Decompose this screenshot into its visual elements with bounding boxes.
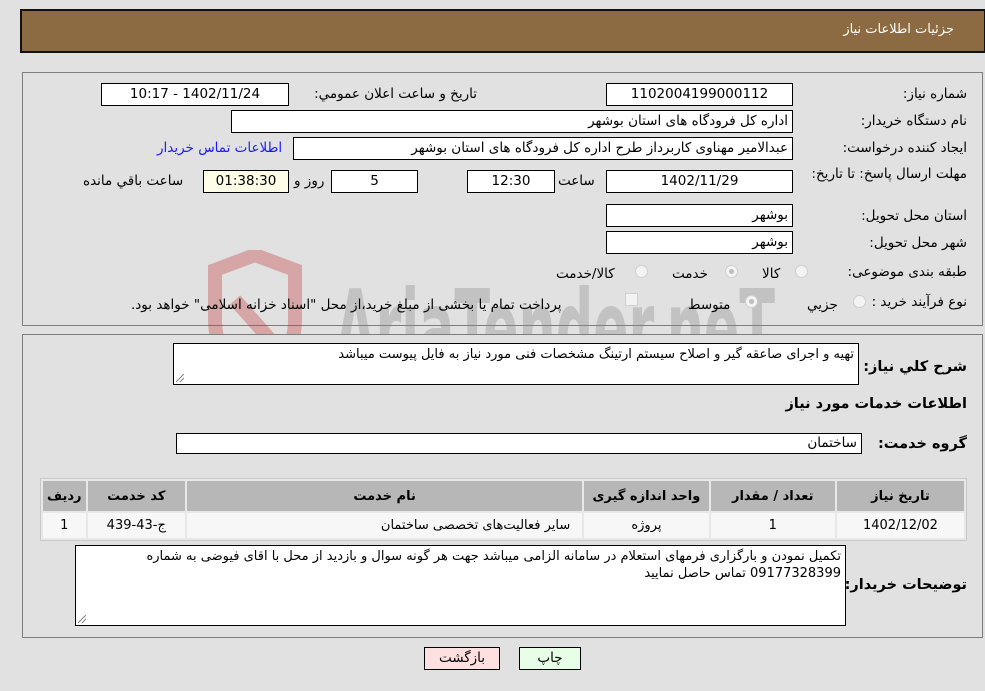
buyer-org-field: اداره کل فرودگاه های استان بوشهر bbox=[231, 110, 793, 133]
buyer-notes-textarea[interactable]: تکميل نمودن و بارگزاری فرمهای استعلام در… bbox=[75, 545, 846, 626]
print-button[interactable]: چاپ bbox=[519, 647, 581, 670]
cell-quantity: 1 bbox=[710, 513, 835, 538]
buyer-notes-label: توضيحات خريدار: bbox=[844, 577, 967, 593]
cell-need-date: 1402/12/02 bbox=[836, 513, 964, 538]
back-button[interactable]: بازگشت bbox=[424, 647, 500, 670]
deadline-label: مهلت ارسال پاسخ: تا تاريخ: bbox=[811, 166, 967, 182]
delivery-city-field: بوشهر bbox=[606, 231, 793, 254]
table-header-row: تاريخ نياز تعداد / مقدار واحد اندازه گير… bbox=[43, 481, 964, 511]
time-remaining-label: ساعت باقي مانده bbox=[83, 173, 184, 189]
announce-datetime-label: تاريخ و ساعت اعلان عمومي: bbox=[314, 86, 477, 102]
col-quantity: تعداد / مقدار bbox=[710, 481, 835, 511]
purchase-option-medium: متوسط bbox=[688, 297, 731, 313]
category-radio-service[interactable] bbox=[725, 265, 738, 278]
category-label: طبقه بندی موضوعی: bbox=[847, 264, 967, 280]
purchase-type-label: نوع فرآيند خريد : bbox=[871, 294, 967, 310]
category-option-goods: کالا bbox=[762, 266, 781, 282]
days-remaining-field: 5 bbox=[331, 170, 418, 193]
page-header: جزئيات اطلاعات نياز bbox=[20, 9, 985, 53]
delivery-city-label: شهر محل تحويل: bbox=[869, 235, 967, 251]
category-radio-goods-service[interactable] bbox=[635, 265, 648, 278]
treasury-payment-note: پرداخت تمام يا بخشی از مبلغ خريد،از محل … bbox=[131, 297, 562, 313]
category-option-service: خدمت bbox=[672, 266, 708, 282]
cell-unit: پروژه bbox=[584, 513, 709, 538]
delivery-province-field: بوشهر bbox=[606, 204, 793, 227]
col-service-code: کد خدمت bbox=[87, 481, 185, 511]
cell-row-number: 1 bbox=[43, 513, 86, 538]
deadline-time-field: 12:30 bbox=[467, 170, 555, 193]
delivery-province-label: استان محل تحويل: bbox=[861, 208, 967, 224]
col-need-date: تاريخ نياز bbox=[836, 481, 964, 511]
purchase-option-minor: جزيي bbox=[807, 297, 838, 313]
days-label: روز و bbox=[294, 173, 325, 189]
requester-field: عبدالامیر مهناوی کاربرداز طرح اداره کل ف… bbox=[293, 137, 793, 160]
buyer-contact-link[interactable]: اطلاعات تماس خريدار bbox=[157, 140, 282, 156]
purchase-radio-minor[interactable] bbox=[853, 295, 866, 308]
category-option-goods-service: کالا/خدمت bbox=[556, 266, 615, 282]
treasury-checkbox[interactable] bbox=[625, 293, 638, 306]
category-radio-goods[interactable] bbox=[795, 265, 808, 278]
page-title: جزئيات اطلاعات نياز bbox=[843, 22, 954, 37]
services-table: تاريخ نياز تعداد / مقدار واحد اندازه گير… bbox=[40, 478, 967, 541]
service-group-field: ساختمان bbox=[176, 433, 862, 454]
resize-grip-icon[interactable] bbox=[176, 374, 184, 382]
general-desc-text: تهيه و اجرای صاعقه گير و اصلاح سيستم ارت… bbox=[338, 347, 854, 362]
buyer-org-label: نام دستگاه خريدار: bbox=[860, 113, 967, 129]
deadline-date-field: 1402/11/29 bbox=[606, 170, 793, 193]
col-service-name: نام خدمت bbox=[186, 481, 583, 511]
time-remaining-field: 01:38:30 bbox=[203, 170, 289, 193]
col-row-number: رديف bbox=[43, 481, 86, 511]
buyer-notes-text: تکميل نمودن و بارگزاری فرمهای استعلام در… bbox=[146, 549, 841, 581]
col-unit: واحد اندازه گيری bbox=[584, 481, 709, 511]
table-row: 1402/12/02 1 پروژه ساير فعاليت‌های تخصصی… bbox=[43, 513, 964, 538]
cell-service-name: ساير فعاليت‌های تخصصی ساختمان bbox=[186, 513, 583, 538]
services-heading: اطلاعات خدمات مورد نياز bbox=[785, 396, 967, 412]
requester-label: ايجاد کننده درخواست: bbox=[842, 140, 967, 156]
general-desc-textarea[interactable]: تهيه و اجرای صاعقه گير و اصلاح سيستم ارت… bbox=[173, 343, 859, 385]
need-number-label: شماره نياز: bbox=[902, 86, 967, 102]
deadline-time-label: ساعت bbox=[558, 173, 595, 189]
announce-datetime-field: 1402/11/24 - 10:17 bbox=[101, 83, 289, 106]
service-group-label: گروه خدمت: bbox=[877, 436, 967, 452]
need-number-field: 1102004199000112 bbox=[606, 83, 793, 106]
cell-service-code: ج-43-439 bbox=[87, 513, 185, 538]
purchase-radio-medium[interactable] bbox=[745, 295, 758, 308]
resize-grip-icon[interactable] bbox=[78, 615, 86, 623]
general-desc-label: شرح کلي نياز: bbox=[863, 359, 967, 375]
